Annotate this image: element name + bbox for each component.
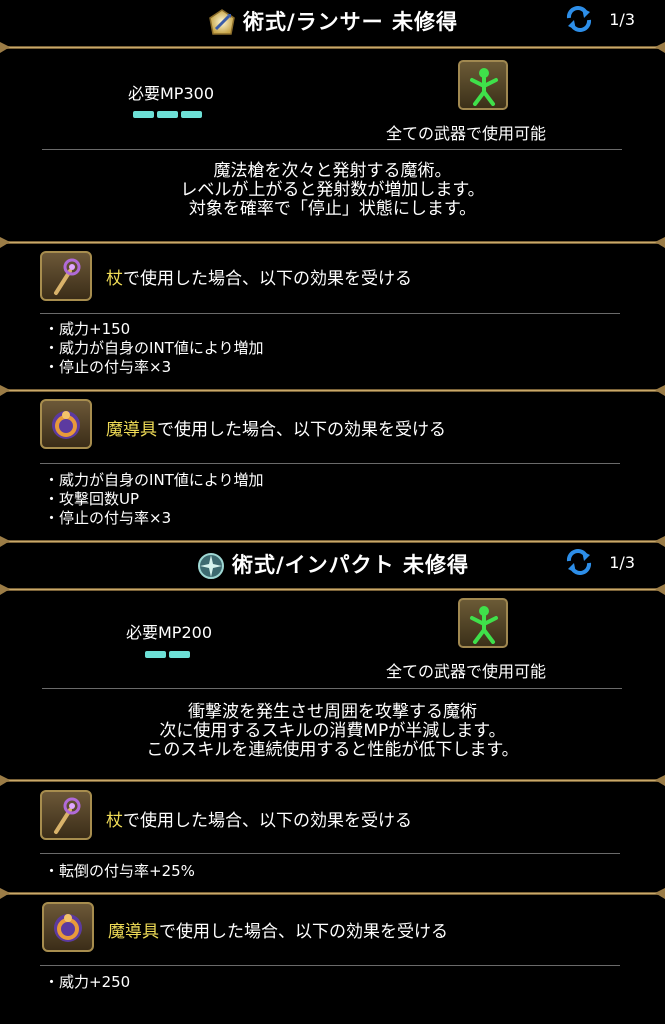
mp-segment	[181, 111, 202, 118]
skill-header: 術式/インパクト 未修得 1/3	[0, 543, 665, 581]
staff-effect-list: 威力+150 威力が自身のINT値により増加 停止の付与率×3	[44, 320, 264, 377]
mp-segment	[169, 651, 190, 658]
divider-line	[42, 149, 622, 150]
effect-item: 停止の付与率×3	[44, 358, 264, 377]
staff-icon	[40, 251, 92, 301]
all-weapons-figure-icon	[458, 60, 508, 110]
cycle-arrows-icon[interactable]	[565, 549, 593, 575]
description-line: 次に使用するスキルの消費MPが半減します。	[159, 721, 506, 741]
ornate-divider	[0, 888, 665, 899]
tool-effect-title: 魔導具で使用した場合、以下の効果を受ける	[108, 922, 448, 942]
skill-description: 衝撃波を発生させ周囲を攻撃する魔術 次に使用するスキルの消費MPが半減します。 …	[0, 703, 665, 760]
mp-segment	[157, 111, 178, 118]
lance-crystal-icon	[209, 9, 235, 35]
divider-line	[42, 688, 622, 689]
ornate-divider	[0, 385, 665, 396]
effect-item: 威力+250	[44, 973, 130, 992]
divider-line	[40, 965, 620, 966]
mp-gauge	[133, 103, 205, 118]
tool-effect-list: 威力+250	[44, 973, 130, 992]
staff-effect-title: 杖で使用した場合、以下の効果を受ける	[106, 269, 412, 289]
mp-segment	[133, 111, 154, 118]
effect-item: 威力+150	[44, 320, 264, 339]
effect-item: 攻撃回数UP	[44, 490, 264, 509]
skill-title: 術式/ランサー 未修得	[243, 10, 458, 34]
cycle-arrows-icon[interactable]	[565, 6, 593, 32]
mp-gauge	[145, 643, 193, 658]
all-weapons-figure-icon	[458, 598, 508, 648]
ornate-divider	[0, 584, 665, 595]
ornate-divider	[0, 42, 665, 53]
ornate-divider	[0, 775, 665, 786]
description-line: レベルが上がると発射数が増加します。	[180, 180, 485, 200]
ornate-divider	[0, 237, 665, 248]
staff-effect-list: 転倒の付与率+25%	[44, 862, 195, 881]
magic-ring-icon	[42, 902, 94, 952]
tool-effect-title: 魔導具で使用した場合、以下の効果を受ける	[106, 420, 446, 440]
divider-line	[40, 853, 620, 854]
tool-effect-list: 威力が自身のINT値により増加 攻撃回数UP 停止の付与率×3	[44, 471, 264, 528]
skill-title: 術式/インパクト 未修得	[232, 553, 469, 577]
staff-effect-title: 杖で使用した場合、以下の効果を受ける	[106, 811, 412, 831]
usable-weapons-text: 全ての武器で使用可能	[386, 124, 547, 143]
description-line: 衝撃波を発生させ周囲を攻撃する魔術	[188, 702, 477, 722]
description-line: このスキルを連続使用すると性能が低下します。	[146, 740, 519, 760]
impact-rune-icon	[198, 553, 224, 579]
skill-description: 魔法槍を次々と発射する魔術。 レベルが上がると発射数が増加します。 対象を確率で…	[0, 162, 665, 219]
usable-weapons-text: 全ての武器で使用可能	[386, 662, 547, 681]
effect-item: 威力が自身のINT値により増加	[44, 339, 264, 358]
mp-requirement: 必要MP200	[126, 623, 212, 642]
staff-icon	[40, 790, 92, 840]
mp-requirement: 必要MP300	[128, 84, 214, 103]
mp-segment	[145, 651, 166, 658]
page-indicator: 1/3	[609, 10, 635, 29]
effect-item: 威力が自身のINT値により増加	[44, 471, 264, 490]
description-line: 魔法槍を次々と発射する魔術。	[213, 161, 452, 181]
divider-line	[40, 313, 620, 314]
description-line: 対象を確率で「停止」状態にします。	[188, 199, 477, 219]
skill-header: 術式/ランサー 未修得 1/3	[0, 0, 665, 38]
divider-line	[40, 463, 620, 464]
magic-ring-icon	[40, 399, 92, 449]
effect-item: 停止の付与率×3	[44, 509, 264, 528]
effect-item: 転倒の付与率+25%	[44, 862, 195, 881]
page-indicator: 1/3	[609, 553, 635, 572]
